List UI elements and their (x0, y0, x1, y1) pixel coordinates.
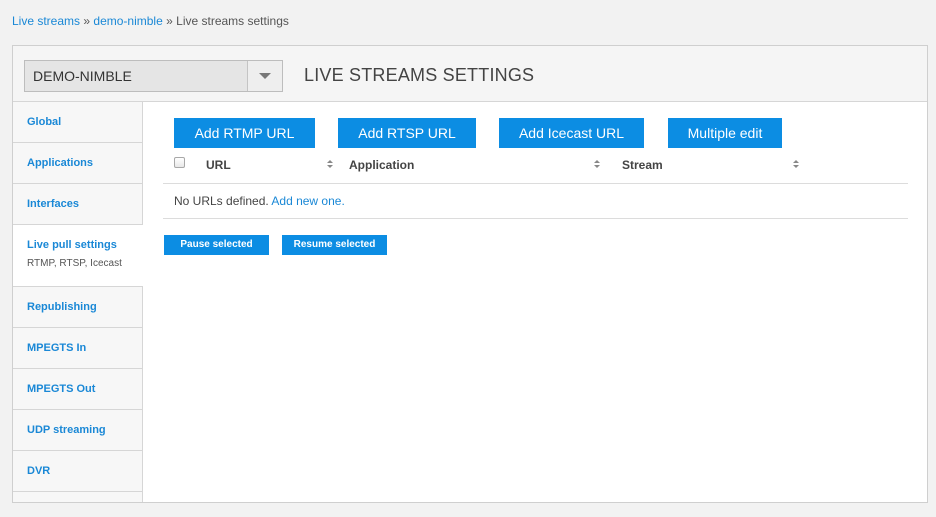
add-rtsp-url-button[interactable]: Add RTSP URL (338, 118, 476, 148)
sidebar-item-label: Applications (27, 157, 94, 169)
settings-panel: DEMO-NIMBLE LIVE STREAMS SETTINGS Global… (12, 45, 928, 503)
add-rtmp-url-button[interactable]: Add RTMP URL (174, 118, 315, 148)
sidebar-item-label: Live pull settings (27, 239, 117, 251)
sidebar-item-label: Global (27, 116, 62, 128)
sidebar-item-applications[interactable]: Applications (13, 143, 142, 184)
pause-selected-button[interactable]: Pause selected (164, 235, 269, 255)
sort-icon[interactable] (327, 160, 334, 170)
page-title: LIVE STREAMS SETTINGS (304, 65, 535, 85)
breadcrumb-live-streams[interactable]: Live streams (12, 14, 80, 28)
sidebar-item-label: Interfaces (27, 198, 79, 210)
breadcrumb: Live streams » demo-nimble » Live stream… (12, 14, 289, 28)
breadcrumb-separator: » (166, 14, 173, 28)
add-icecast-url-button[interactable]: Add Icecast URL (499, 118, 644, 148)
column-header-url[interactable]: URL (206, 158, 231, 172)
select-all-checkbox[interactable] (174, 157, 185, 168)
table-header: URL Application Stream (163, 150, 908, 184)
panel-header: DEMO-NIMBLE LIVE STREAMS SETTINGS (13, 46, 927, 102)
empty-message: No URLs defined. Add new one. (174, 194, 345, 208)
breadcrumb-demo-nimble[interactable]: demo-nimble (93, 14, 162, 28)
add-new-link[interactable]: Add new one. (271, 194, 344, 208)
sidebar: Global Applications Interfaces Live pull… (13, 102, 143, 502)
empty-text: No URLs defined. (174, 194, 269, 208)
sidebar-item-mpegts-out[interactable]: MPEGTS Out (13, 369, 142, 410)
sidebar-item-label: Republishing (27, 301, 97, 313)
sidebar-item-global[interactable]: Global (13, 102, 142, 143)
sidebar-item-label: MPEGTS In (27, 342, 87, 354)
sidebar-item-live-pull-settings[interactable]: Live pull settings RTMP, RTSP, Icecast (13, 225, 143, 287)
main-content: Add RTMP URL Add RTSP URL Add Icecast UR… (163, 102, 908, 502)
sidebar-item-label: UDP streaming (27, 424, 106, 436)
server-select[interactable]: DEMO-NIMBLE (24, 60, 283, 92)
sidebar-item-dvr[interactable]: DVR (13, 451, 142, 492)
sidebar-item-mpegts-in[interactable]: MPEGTS In (13, 328, 142, 369)
column-header-application[interactable]: Application (349, 158, 414, 172)
breadcrumb-separator: » (83, 14, 91, 28)
empty-row: No URLs defined. Add new one. (163, 184, 908, 219)
multiple-edit-button[interactable]: Multiple edit (668, 118, 782, 148)
sidebar-item-sublabel: RTMP, RTSP, Icecast (27, 258, 122, 269)
server-select-value: DEMO-NIMBLE (33, 68, 132, 84)
chevron-down-icon[interactable] (247, 61, 282, 91)
sidebar-item-interfaces[interactable]: Interfaces (13, 184, 142, 225)
sort-icon[interactable] (793, 160, 800, 170)
sidebar-item-label: MPEGTS Out (27, 383, 96, 395)
sidebar-item-republishing[interactable]: Republishing (13, 287, 142, 328)
resume-selected-button[interactable]: Resume selected (282, 235, 387, 255)
sidebar-item-udp-streaming[interactable]: UDP streaming (13, 410, 142, 451)
column-header-stream[interactable]: Stream (622, 158, 663, 172)
sidebar-item-label: DVR (27, 465, 51, 477)
breadcrumb-current: Live streams settings (176, 14, 289, 28)
sort-icon[interactable] (594, 160, 601, 170)
